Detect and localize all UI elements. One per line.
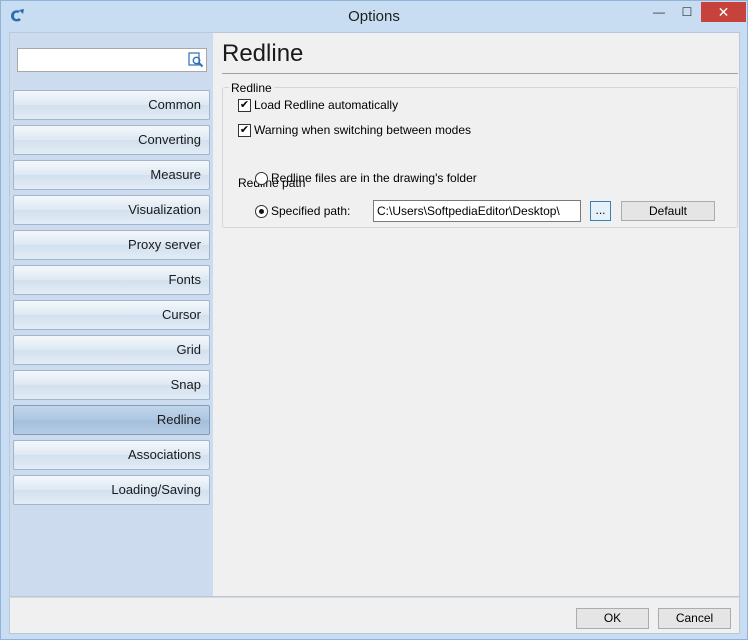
load-redline-checkbox[interactable]: ✔ bbox=[238, 98, 251, 112]
dialog-button-bar: OK Cancel bbox=[9, 597, 740, 634]
category-sidebar: Common Converting Measure Visualization … bbox=[10, 33, 213, 596]
sidebar-item-converting[interactable]: Converting bbox=[13, 125, 210, 155]
drawing-folder-label: Redline files are in the drawing's folde… bbox=[271, 171, 477, 185]
ok-button[interactable]: OK bbox=[576, 608, 649, 629]
redline-group: Redline ✔ Load Redline automatically ✔ W… bbox=[222, 81, 738, 228]
page-title: Redline bbox=[222, 40, 304, 67]
specified-path-radio[interactable] bbox=[255, 204, 268, 218]
cancel-button[interactable]: Cancel bbox=[658, 608, 731, 629]
warning-switch-checkbox[interactable]: ✔ bbox=[238, 123, 251, 137]
search-field[interactable] bbox=[17, 48, 207, 72]
sidebar-item-cursor[interactable]: Cursor bbox=[13, 300, 210, 330]
path-input[interactable]: C:\Users\SoftpediaEditor\Desktop\ bbox=[373, 200, 581, 222]
browse-button[interactable]: ... bbox=[590, 201, 611, 221]
sidebar-item-loading-saving[interactable]: Loading/Saving bbox=[13, 475, 210, 505]
sidebar-item-measure[interactable]: Measure bbox=[13, 160, 210, 190]
sidebar-item-common[interactable]: Common bbox=[13, 90, 210, 120]
group-legend: Redline bbox=[229, 81, 274, 95]
window-title: Options bbox=[348, 8, 400, 25]
specified-path-radio-row[interactable]: Specified path: bbox=[255, 203, 350, 219]
default-button[interactable]: Default bbox=[621, 201, 715, 221]
drawing-folder-radio[interactable] bbox=[255, 171, 268, 185]
sidebar-item-proxy-server[interactable]: Proxy server bbox=[13, 230, 210, 260]
title-divider bbox=[222, 73, 738, 74]
load-redline-checkbox-row[interactable]: ✔ Load Redline automatically bbox=[238, 97, 398, 113]
minimize-button[interactable]: — bbox=[645, 2, 673, 22]
load-redline-label: Load Redline automatically bbox=[254, 98, 399, 112]
title-bar[interactable]: Options — ☐ ✕ bbox=[1, 1, 747, 31]
maximize-button[interactable]: ☐ bbox=[673, 2, 701, 22]
search-icon[interactable] bbox=[188, 52, 204, 68]
sidebar-item-associations[interactable]: Associations bbox=[13, 440, 210, 470]
settings-panel: Redline Redline ✔ Load Redline automatic… bbox=[214, 33, 739, 596]
sidebar-item-redline[interactable]: Redline bbox=[13, 405, 210, 435]
sidebar-item-snap[interactable]: Snap bbox=[13, 370, 210, 400]
warning-switch-label: Warning when switching between modes bbox=[254, 123, 472, 137]
sidebar-item-visualization[interactable]: Visualization bbox=[13, 195, 210, 225]
drawing-folder-radio-row[interactable]: Redline files are in the drawing's folde… bbox=[255, 170, 477, 186]
client-area: Common Converting Measure Visualization … bbox=[9, 32, 740, 597]
close-button[interactable]: ✕ bbox=[701, 2, 746, 22]
specified-path-label: Specified path: bbox=[271, 204, 351, 218]
sidebar-item-fonts[interactable]: Fonts bbox=[13, 265, 210, 295]
warning-switch-checkbox-row[interactable]: ✔ Warning when switching between modes bbox=[238, 122, 471, 138]
sidebar-item-grid[interactable]: Grid bbox=[13, 335, 210, 365]
options-window: Options — ☐ ✕ Common Converting Measure … bbox=[0, 0, 748, 640]
